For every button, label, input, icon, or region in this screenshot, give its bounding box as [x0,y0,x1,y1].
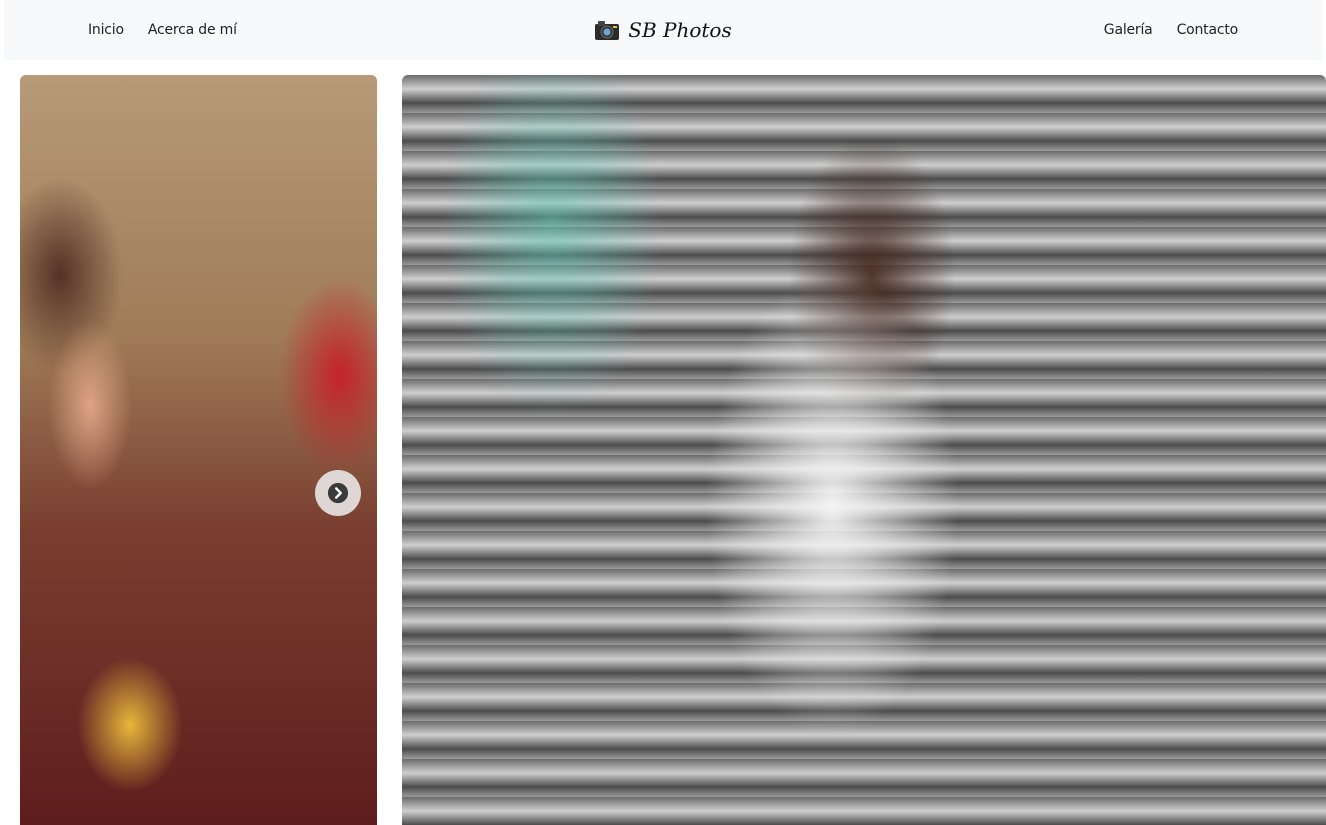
nav-left-links: Inicio Acerca de mí [88,0,237,60]
nav-right-links: Galería Contacto [1104,0,1238,60]
photo-gallery [20,75,1326,825]
brand-title[interactable]: SB Photos [628,18,731,42]
nav-link-acerca[interactable]: Acerca de mí [148,22,237,38]
top-navbar: Inicio Acerca de mí SB Photos Galería Co… [4,0,1322,60]
graffiti-portrait-photo[interactable] [402,75,1326,825]
chevron-right-icon [327,482,349,504]
camera-icon [594,19,620,41]
quinceanera-cake-photo[interactable] [20,75,377,825]
carousel-next-button[interactable] [315,470,361,516]
nav-link-galeria[interactable]: Galería [1104,22,1153,38]
nav-link-inicio[interactable]: Inicio [88,22,124,38]
nav-link-contacto[interactable]: Contacto [1177,22,1239,38]
